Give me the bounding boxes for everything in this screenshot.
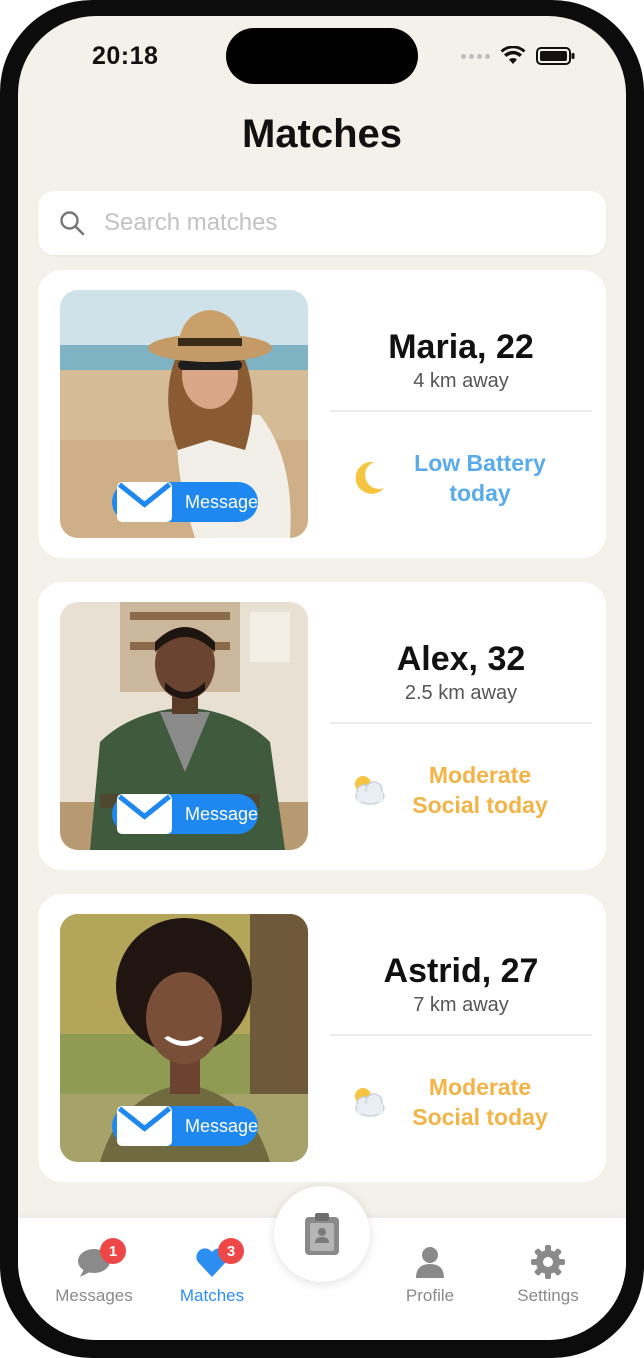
app-screen: 20:18 Matches Search matches Message Mar… bbox=[18, 16, 626, 1340]
match-name: Alex, 32 bbox=[396, 640, 526, 678]
tab-matches[interactable]: 3 Matches bbox=[152, 1218, 272, 1318]
message-button-label: Message bbox=[184, 491, 258, 512]
mood-line-1: Low Battery bbox=[414, 450, 546, 476]
center-action-button[interactable] bbox=[274, 1186, 370, 1282]
tab-profile[interactable]: Profile bbox=[370, 1218, 490, 1318]
clipboard-icon bbox=[305, 1213, 339, 1255]
mood-status: Low Battery today bbox=[390, 448, 570, 508]
match-distance: 4 km away bbox=[413, 370, 509, 392]
match-name: Maria, 22 bbox=[388, 328, 534, 366]
tab-messages[interactable]: 1 Messages bbox=[34, 1218, 154, 1318]
mood-status: Moderate Social today bbox=[390, 760, 570, 820]
match-info: Astrid, 27 7 km away Moderate Social tod… bbox=[330, 894, 592, 1182]
tab-settings[interactable]: Settings bbox=[488, 1218, 608, 1318]
search-icon bbox=[60, 211, 85, 236]
message-button-label: Message bbox=[184, 1115, 258, 1136]
match-card[interactable]: Message Maria, 22 4 km away Low Battery … bbox=[38, 270, 606, 558]
status-time: 20:18 bbox=[92, 42, 159, 70]
divider bbox=[330, 722, 592, 724]
gear-icon bbox=[531, 1245, 565, 1279]
mood-line-2: today bbox=[449, 480, 511, 506]
crescent-moon-icon bbox=[355, 461, 384, 494]
sun-behind-cloud-icon bbox=[355, 1088, 385, 1117]
tab-label: Profile bbox=[405, 1286, 455, 1305]
match-info: Alex, 32 2.5 km away Moderate Social tod… bbox=[330, 582, 592, 870]
divider bbox=[330, 410, 592, 412]
matches-badge: 3 bbox=[218, 1238, 244, 1264]
search-input[interactable] bbox=[104, 209, 544, 237]
person-icon bbox=[416, 1247, 444, 1278]
wifi-icon bbox=[500, 46, 526, 64]
tab-label: Matches bbox=[179, 1286, 245, 1305]
match-photo[interactable]: Message bbox=[60, 602, 308, 850]
divider bbox=[330, 1034, 592, 1036]
match-info: Maria, 22 4 km away Low Battery today bbox=[330, 270, 592, 558]
message-button-label: Message bbox=[184, 803, 258, 824]
tab-label: Messages bbox=[55, 1286, 133, 1305]
message-button[interactable]: Message bbox=[112, 1106, 258, 1146]
unread-badge: 1 bbox=[100, 1238, 126, 1264]
status-indicators bbox=[461, 46, 576, 66]
mood-line-1: Moderate bbox=[428, 762, 532, 788]
tab-label: Settings bbox=[517, 1286, 579, 1305]
mood-line-2: Social today bbox=[412, 792, 548, 818]
mood-status: Moderate Social today bbox=[390, 1072, 570, 1132]
phone-frame: 20:18 Matches Search matches Message Mar… bbox=[0, 0, 644, 1358]
match-name: Astrid, 27 bbox=[383, 952, 539, 990]
envelope-icon bbox=[116, 1106, 172, 1146]
page-title: Matches bbox=[241, 112, 403, 156]
mood-line-1: Moderate bbox=[428, 1074, 532, 1100]
match-card[interactable]: Message Astrid, 27 7 km away Moderate So… bbox=[38, 894, 606, 1182]
mood-line-2: Social today bbox=[412, 1104, 548, 1130]
cellular-signal-icon bbox=[461, 53, 490, 59]
message-button[interactable]: Message bbox=[112, 482, 258, 522]
sun-behind-cloud-icon bbox=[355, 776, 385, 805]
message-button[interactable]: Message bbox=[112, 794, 258, 834]
envelope-icon bbox=[116, 482, 172, 522]
match-photo[interactable]: Message bbox=[60, 914, 308, 1162]
battery-icon bbox=[536, 47, 575, 65]
match-distance: 2.5 km away bbox=[404, 682, 518, 704]
match-distance: 7 km away bbox=[413, 994, 509, 1016]
search-bar[interactable] bbox=[38, 191, 606, 255]
match-photo[interactable]: Message bbox=[60, 290, 308, 538]
dynamic-island bbox=[226, 28, 418, 84]
envelope-icon bbox=[116, 794, 172, 834]
match-card[interactable]: Message Alex, 32 2.5 km away Moderate So… bbox=[38, 582, 606, 870]
